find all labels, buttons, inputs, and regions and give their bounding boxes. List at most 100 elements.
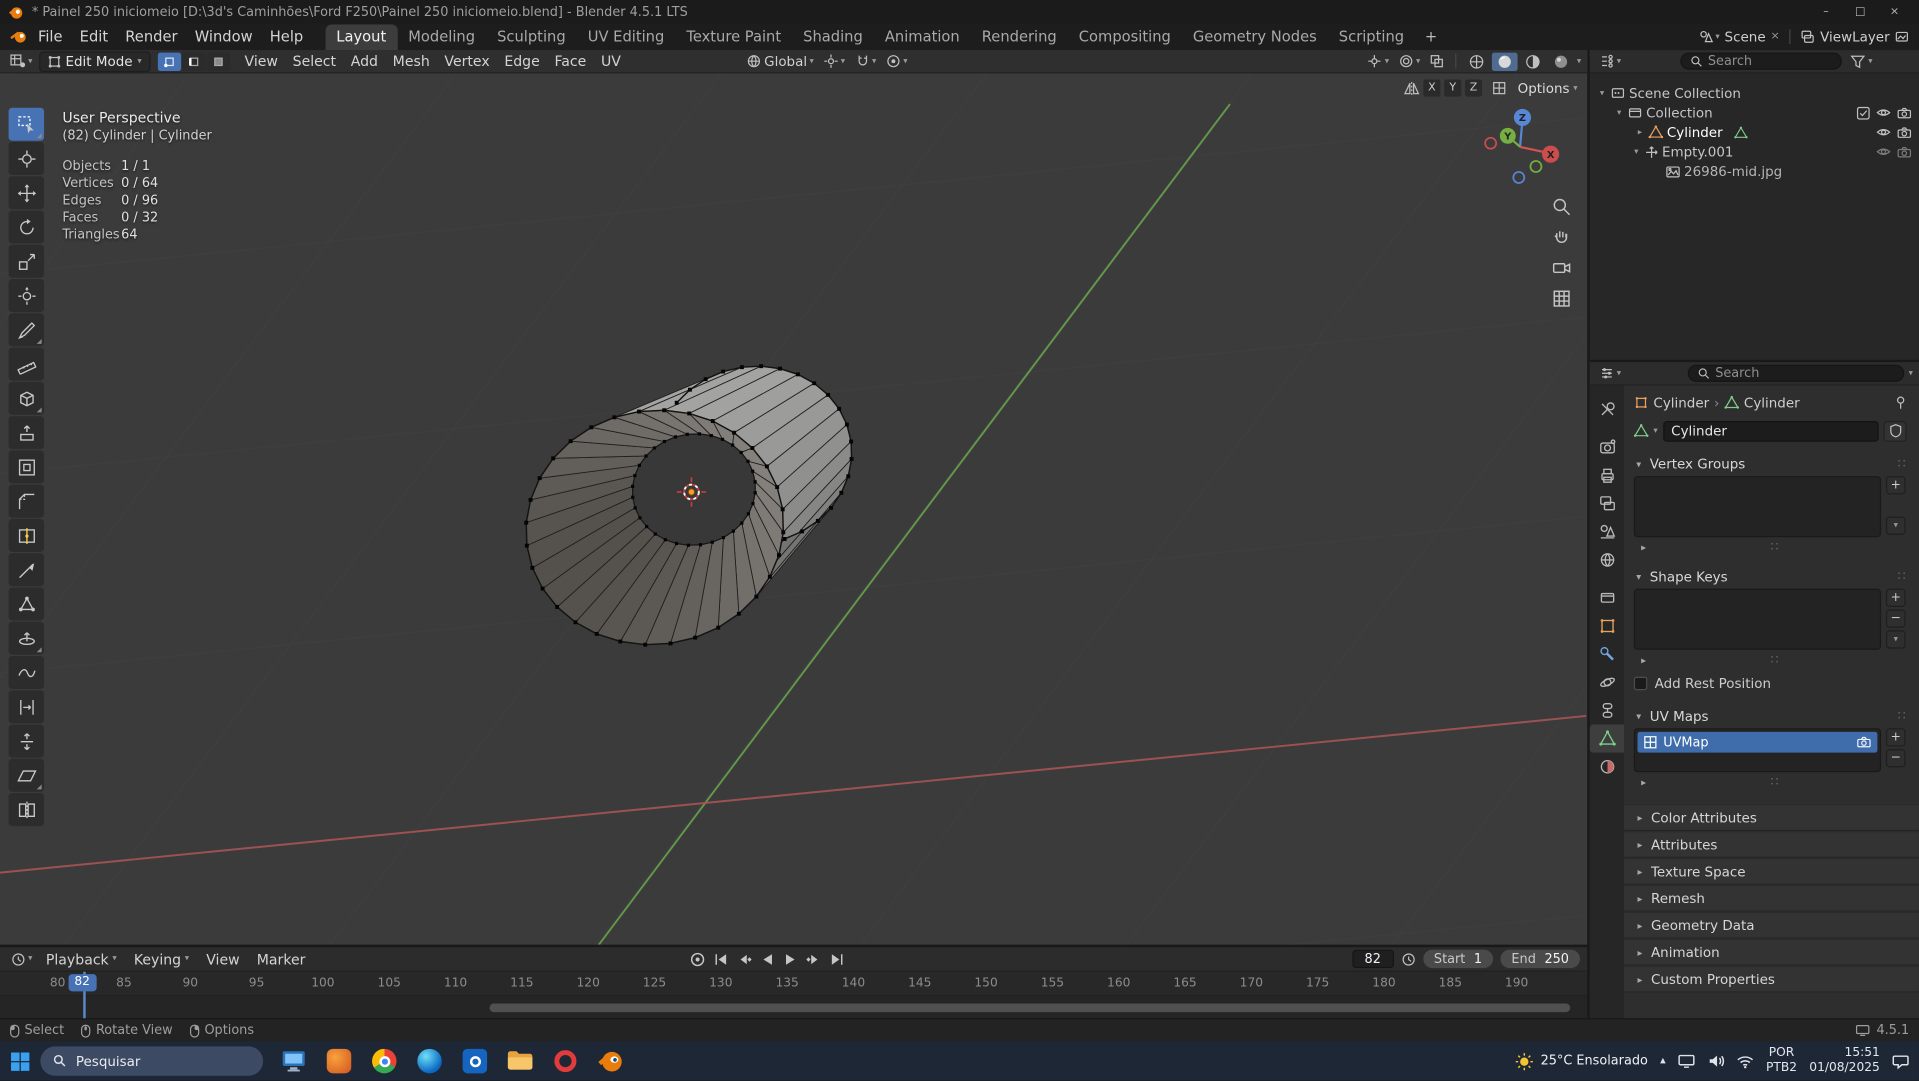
show-overlays-dropdown[interactable]: ▾ [1395, 53, 1424, 70]
object-breadcrumb-icon[interactable] [1634, 395, 1649, 410]
jump-to-start-button[interactable] [712, 951, 729, 968]
view-menu[interactable]: View [199, 949, 247, 969]
tab-render[interactable] [1590, 433, 1624, 461]
expand-arrow-icon[interactable]: ▾ [1597, 88, 1607, 98]
uv-maps-listbox[interactable]: UVMap [1634, 728, 1881, 772]
timeline-ruler[interactable]: 8085909510010511011512012513013514014515… [0, 972, 1587, 996]
mirror-y-toggle[interactable]: Y [1444, 80, 1461, 97]
menu-item[interactable]: Edit [71, 26, 117, 48]
tool-spin-button[interactable] [9, 622, 44, 655]
outliner-item-image[interactable]: 26986-mid.jpg [1590, 162, 1919, 182]
navigation-gizmo[interactable]: Z X Y [1477, 104, 1563, 190]
xray-toggle[interactable] [1426, 53, 1448, 70]
disable-in-renders-toggle[interactable] [1897, 145, 1912, 158]
jump-to-end-button[interactable] [829, 951, 846, 968]
tool-knife-button[interactable] [9, 553, 44, 586]
timeline-editor-button[interactable]: ▾ [7, 950, 36, 967]
collapsed-panel-header[interactable]: ▸ Animation [1624, 939, 1919, 966]
breadcrumb-data[interactable]: Cylinder [1744, 395, 1800, 411]
unlink-scene-button[interactable]: × [1771, 31, 1780, 42]
weather-widget[interactable]: 25°C Ensolarado [1515, 1052, 1648, 1070]
maximize-button[interactable]: □ [1844, 1, 1876, 22]
viewport-menu-item[interactable]: View [237, 51, 285, 71]
chevron-down-icon[interactable]: ▾ [1653, 427, 1657, 436]
remove-shape-key-button[interactable]: − [1886, 609, 1906, 627]
subpanel-closed-icon[interactable]: ▸ [1639, 777, 1649, 788]
tool-shear-button[interactable] [9, 759, 44, 792]
properties-panel[interactable]: ▾ Search ▾ [1590, 360, 1919, 1018]
tab-output[interactable] [1590, 461, 1624, 489]
data-breadcrumb-icon[interactable] [1724, 395, 1739, 410]
breadcrumb-object[interactable]: Cylinder [1653, 395, 1709, 411]
add-shape-key-button[interactable]: + [1886, 589, 1906, 607]
hide-in-viewport-toggle[interactable] [1876, 146, 1891, 158]
pivot-point-dropdown[interactable]: ▾ [820, 53, 849, 70]
play-reverse-button[interactable] [759, 951, 776, 968]
outliner-editor-button[interactable]: ▾ [1596, 53, 1625, 70]
viewport-menu-item[interactable]: Vertex [437, 51, 497, 71]
collapsed-panel-header[interactable]: ▸ Geometry Data [1624, 912, 1919, 939]
workspace-tab[interactable]: Layout [325, 24, 397, 50]
tool-shrink-fatten-button[interactable] [9, 725, 44, 758]
viewport-3d[interactable]: ▾ Edit Mode ▾ ViewSelectAddMeshVertexEdg… [0, 50, 1587, 945]
proportional-editing-toggle[interactable]: ▾ [882, 53, 911, 70]
expand-arrow-icon[interactable]: ▸ [1635, 127, 1645, 137]
volume-icon[interactable] [1707, 1054, 1724, 1069]
properties-search[interactable]: Search [1687, 365, 1905, 382]
show-gizmo-dropdown[interactable]: ▾ [1364, 53, 1393, 70]
tab-physics[interactable] [1590, 668, 1624, 696]
shape-key-specials-button[interactable]: ▾ [1886, 630, 1906, 648]
current-frame-field[interactable]: 82 [1352, 950, 1394, 968]
viewport-canvas[interactable] [0, 73, 1587, 944]
new-view-layer-icon[interactable] [1895, 29, 1910, 44]
viewport-menu-item[interactable]: Edge [497, 51, 547, 71]
previous-keyframe-button[interactable] [736, 951, 753, 968]
workspace-tab[interactable]: Compositing [1068, 24, 1182, 50]
add-uv-map-button[interactable]: + [1886, 728, 1906, 746]
snap-grid-icon[interactable] [1492, 81, 1507, 96]
tool-edge-slide-button[interactable] [9, 690, 44, 723]
tool-move-button[interactable] [9, 176, 44, 209]
tool-annotate-button[interactable] [9, 313, 44, 346]
pin-icon[interactable] [1895, 395, 1907, 410]
tool-add-cube-button[interactable] [9, 382, 44, 415]
uv-maps-section-header[interactable]: ▾ UV Maps ∷ [1634, 704, 1907, 728]
editor-type-button[interactable]: ▾ [6, 53, 36, 70]
add-vertex-group-button[interactable]: + [1886, 476, 1906, 494]
vertex-groups-listbox[interactable] [1634, 476, 1881, 537]
tab-material[interactable] [1590, 753, 1624, 781]
active-render-camera-icon[interactable] [1857, 736, 1872, 749]
tab-scene[interactable] [1590, 518, 1624, 546]
orientation-dropdown[interactable]: Global ▾ [743, 52, 817, 70]
tool-cursor-button[interactable] [9, 142, 44, 175]
menu-item[interactable]: Window [186, 26, 261, 48]
clock-widget[interactable]: 15:51 01/08/2025 [1809, 1046, 1880, 1075]
scene-name[interactable]: Scene [1725, 29, 1766, 45]
tool-select-box-button[interactable] [9, 108, 44, 141]
collapsed-panel-header[interactable]: ▸ Texture Space [1624, 858, 1919, 885]
collapsed-panel-header[interactable]: ▸ Color Attributes [1624, 804, 1919, 831]
tab-object[interactable] [1590, 612, 1624, 640]
vertex-group-specials-button[interactable]: ▾ [1886, 516, 1906, 534]
browse-scene-button[interactable]: ▾ [1698, 29, 1719, 44]
keyboard-layout[interactable]: POR PTB2 [1766, 1046, 1797, 1075]
tab-constraints[interactable] [1590, 696, 1624, 724]
tab-world[interactable] [1590, 546, 1624, 574]
vertex-select-button[interactable] [158, 52, 181, 70]
shape-keys-section-header[interactable]: ▾ Shape Keys ∷ [1634, 564, 1907, 588]
view-layer-name[interactable]: ViewLayer [1820, 29, 1889, 45]
end-frame-field[interactable]: End250 [1500, 950, 1580, 968]
filter-dropdown-icon[interactable]: ▾ [1868, 57, 1872, 66]
app-desktop-icon[interactable] [280, 1048, 307, 1075]
hide-in-viewport-toggle[interactable] [1876, 106, 1891, 118]
workspace-tab[interactable]: Scripting [1328, 24, 1415, 50]
workspace-tab[interactable]: Geometry Nodes [1182, 24, 1328, 50]
shading-rendered-button[interactable] [1549, 52, 1575, 70]
app-outlook-icon[interactable] [461, 1048, 488, 1075]
taskbar-search[interactable]: Pesquisar [40, 1046, 263, 1075]
outliner-item-cylinder[interactable]: ▸ Cylinder [1590, 122, 1919, 142]
pan-hand-icon[interactable] [1552, 228, 1572, 248]
shading-material-button[interactable] [1521, 52, 1547, 70]
viewport-menu-item[interactable]: Select [285, 51, 343, 71]
tab-collection[interactable] [1590, 584, 1624, 612]
